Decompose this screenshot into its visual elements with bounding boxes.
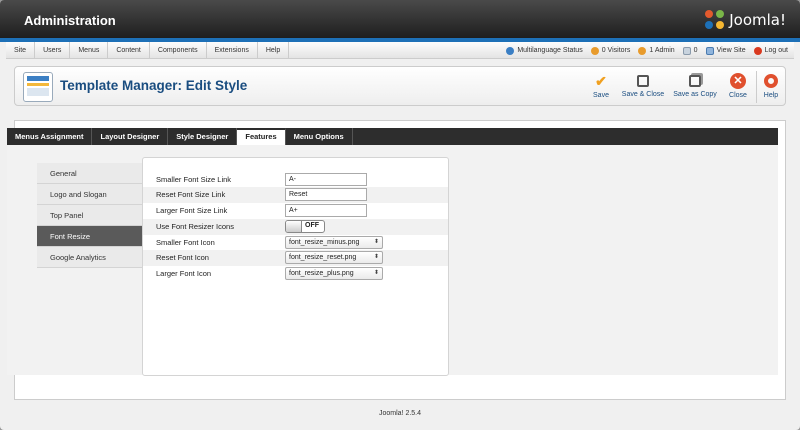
reset-icon-row: Reset Font Icon font_resize_reset.png ⬍ [143, 250, 448, 266]
template-manager-icon [23, 72, 53, 102]
page-title: Template Manager: Edit Style [60, 78, 248, 93]
messages-link[interactable]: 0 [682, 46, 698, 55]
save-copy-label: Save as Copy [673, 91, 717, 98]
smaller-icon-label: Smaller Font Icon [156, 238, 215, 247]
larger-icon-select[interactable]: font_resize_plus.png ⬍ [285, 267, 383, 280]
tab-menu-options[interactable]: Menu Options [286, 128, 353, 145]
smaller-link-input[interactable]: A- [285, 173, 367, 186]
monitor-icon [705, 46, 714, 55]
larger-icon-label: Larger Font Icon [156, 269, 212, 278]
larger-icon-value: font_resize_plus.png [289, 270, 354, 277]
logout-label: Log out [764, 47, 788, 54]
smaller-icon-row: Smaller Font Icon font_resize_minus.png … [143, 235, 448, 251]
help-button[interactable]: Help [760, 73, 782, 99]
header-title: Administration [24, 13, 116, 28]
reset-icon-label: Reset Font Icon [156, 253, 209, 262]
language-icon [506, 46, 515, 55]
larger-link-row: Larger Font Size Link A+ [143, 203, 448, 219]
save-label: Save [593, 92, 609, 99]
updown-arrow-icon: ⬍ [373, 254, 379, 260]
admin-count: 1 Admin [649, 47, 675, 54]
use-icons-toggle[interactable]: OFF [285, 220, 325, 233]
joomla-logo[interactable]: Joomla! [705, 10, 786, 30]
page-toolbar: Template Manager: Edit Style ✔ Save Save… [14, 66, 786, 106]
use-icons-label: Use Font Resizer Icons [156, 222, 234, 231]
menu-users[interactable]: Users [35, 41, 71, 59]
users-icon [590, 46, 599, 55]
menu-extensions[interactable]: Extensions [207, 41, 258, 59]
admin-header: Administration Joomla! [0, 0, 800, 38]
toggle-state: OFF [305, 222, 319, 229]
toolbar-divider [756, 71, 757, 103]
admin-icon [638, 46, 647, 55]
save-button[interactable]: ✔ Save [588, 73, 614, 99]
larger-link-input[interactable]: A+ [285, 204, 367, 217]
joomla-logo-text: Joomla! [729, 11, 786, 29]
smaller-icon-select[interactable]: font_resize_minus.png ⬍ [285, 236, 383, 249]
close-button[interactable]: ✕ Close [725, 73, 751, 99]
subnav-logo-slogan[interactable]: Logo and Slogan [37, 184, 143, 205]
save-close-label: Save & Close [621, 91, 665, 98]
admin-status: 1 Admin [638, 46, 675, 55]
logout-link[interactable]: Log out [753, 46, 788, 55]
disk-copy-icon [689, 75, 701, 87]
tab-menus-assignment[interactable]: Menus Assignment [7, 128, 93, 145]
power-icon [753, 46, 762, 55]
main-menu-bar: Site Users Menus Content Components Exte… [6, 41, 794, 59]
menu-components[interactable]: Components [150, 41, 207, 59]
smaller-icon-value: font_resize_minus.png [289, 239, 360, 246]
visitors-status: 0 Visitors [590, 46, 631, 55]
reset-link-label: Reset Font Size Link [156, 190, 226, 199]
larger-link-label: Larger Font Size Link [156, 206, 228, 215]
help-label: Help [763, 92, 779, 99]
subnav-google-analytics[interactable]: Google Analytics [37, 247, 143, 268]
menu-help[interactable]: Help [258, 41, 290, 59]
visitors-count: 0 Visitors [601, 47, 631, 54]
subnav-general[interactable]: General [37, 163, 143, 184]
reset-link-input[interactable]: Reset [285, 188, 367, 201]
joomla-logo-icon [705, 10, 725, 30]
template-tabs: Menus Assignment Layout Designer Style D… [7, 128, 778, 145]
tab-features[interactable]: Features [237, 128, 286, 145]
font-resize-panel: Smaller Font Size Link A- Reset Font Siz… [142, 157, 449, 376]
disk-icon [637, 75, 649, 87]
checkmark-icon: ✔ [595, 73, 607, 89]
toggle-knob [286, 221, 302, 232]
menu-site[interactable]: Site [6, 41, 36, 59]
use-icons-row: Use Font Resizer Icons OFF [143, 219, 448, 235]
close-label: Close [729, 92, 747, 99]
subnav-top-panel[interactable]: Top Panel [37, 205, 143, 226]
tab-layout-designer[interactable]: Layout Designer [92, 128, 169, 145]
status-area: Multilanguage Status 0 Visitors 1 Admin … [498, 42, 788, 59]
footer-version: Joomla! 2.5.4 [378, 410, 422, 417]
smaller-link-label: Smaller Font Size Link [156, 175, 232, 184]
view-site-link[interactable]: View Site [705, 46, 746, 55]
save-copy-button[interactable]: Save as Copy [670, 73, 720, 98]
subnav-font-resize[interactable]: Font Resize [37, 226, 143, 247]
tab-style-designer[interactable]: Style Designer [168, 128, 238, 145]
admin-window: Administration Joomla! Site Users Menus … [0, 0, 800, 430]
save-close-button[interactable]: Save & Close [619, 73, 667, 98]
reset-icon-select[interactable]: font_resize_reset.png ⬍ [285, 251, 383, 264]
messages-count: 0 [693, 47, 698, 54]
menu-menus[interactable]: Menus [70, 41, 109, 59]
smaller-link-row: Smaller Font Size Link A- [143, 172, 448, 188]
updown-arrow-icon: ⬍ [373, 239, 379, 245]
reset-link-row: Reset Font Size Link Reset [143, 187, 448, 203]
multilanguage-status-link[interactable]: Multilanguage Status [506, 46, 583, 55]
close-icon: ✕ [730, 73, 746, 89]
mail-icon [682, 46, 691, 55]
features-subnav: General Logo and Slogan Top Panel Font R… [37, 163, 143, 268]
multilanguage-status-label: Multilanguage Status [517, 47, 583, 54]
larger-icon-row: Larger Font Icon font_resize_plus.png ⬍ [143, 266, 448, 282]
reset-icon-value: font_resize_reset.png [289, 254, 357, 261]
lifebuoy-icon [764, 74, 778, 88]
view-site-label: View Site [716, 47, 746, 54]
menu-content[interactable]: Content [108, 41, 150, 59]
updown-arrow-icon: ⬍ [373, 270, 379, 276]
